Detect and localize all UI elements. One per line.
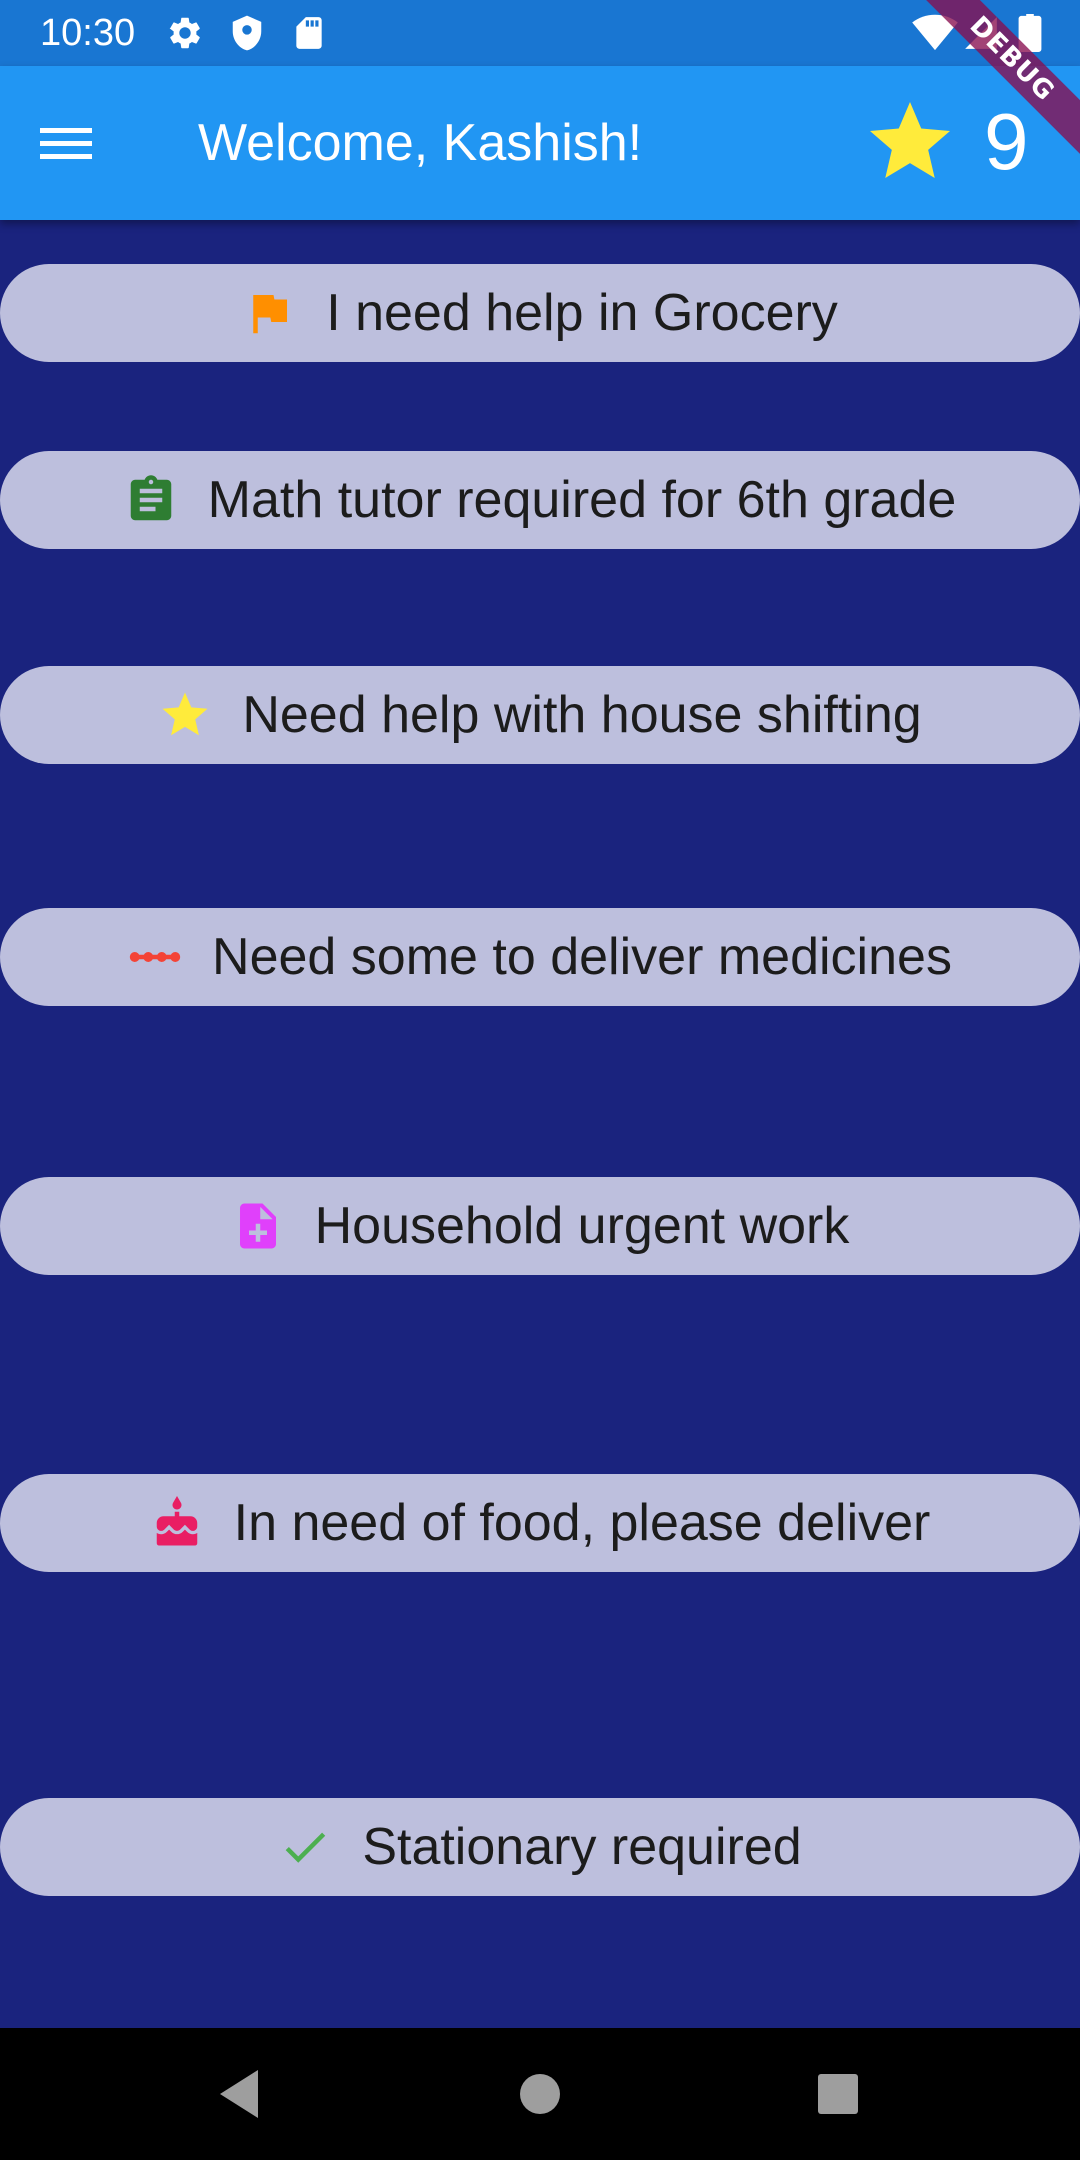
app-bar: Welcome, Kashish! 9 [0,66,1080,220]
request-item-grocery[interactable]: I need help in Grocery [0,264,1080,362]
gear-icon [166,14,204,52]
wifi-icon [912,14,958,52]
signal-icon [962,14,1000,52]
clipboard-icon [124,473,178,527]
request-label: In need of food, please deliver [233,1494,931,1552]
sd-card-icon [290,14,328,52]
request-item-stationary[interactable]: Stationary required [0,1798,1080,1896]
recents-icon [818,2074,858,2114]
flag-icon [242,286,296,340]
note-add-icon [231,1199,285,1253]
star-icon [158,688,212,742]
battery-icon [1018,14,1042,52]
status-time: 10:30 [40,12,136,54]
back-button[interactable] [210,2064,270,2124]
page-title: Welcome, Kashish! [198,114,643,172]
request-item-math-tutor[interactable]: Math tutor required for 6th grade [0,451,1080,549]
request-label: Stationary required [362,1818,802,1876]
request-item-medicines[interactable]: Need some to deliver medicines [0,908,1080,1006]
request-item-food[interactable]: In need of food, please deliver [0,1474,1080,1572]
request-label: I need help in Grocery [326,284,838,342]
status-bar: 10:30 [0,0,1080,66]
request-label: Math tutor required for 6th grade [207,471,957,529]
menu-button[interactable] [40,110,114,176]
dotted-line-icon [128,930,182,984]
home-icon [520,2074,560,2114]
navigation-bar [0,2028,1080,2160]
home-button[interactable] [510,2064,570,2124]
shield-icon [228,14,266,52]
cake-icon [150,1496,204,1550]
score-count: 9 [984,97,1029,186]
back-icon [220,2070,258,2118]
request-label: Need some to deliver medicines [212,928,952,986]
menu-icon [40,128,92,159]
app-screen: 10:30 Welcome, Kashish! 9 DEBUG I need h… [0,0,1080,2160]
request-item-household[interactable]: Household urgent work [0,1177,1080,1275]
check-icon [278,1820,332,1874]
request-item-house-shifting[interactable]: Need help with house shifting [0,666,1080,764]
request-list: I need help in Grocery Math tutor requir… [0,220,1080,2028]
request-label: Household urgent work [314,1197,850,1255]
recents-button[interactable] [808,2064,868,2124]
request-label: Need help with house shifting [242,686,922,744]
star-icon [862,94,958,190]
